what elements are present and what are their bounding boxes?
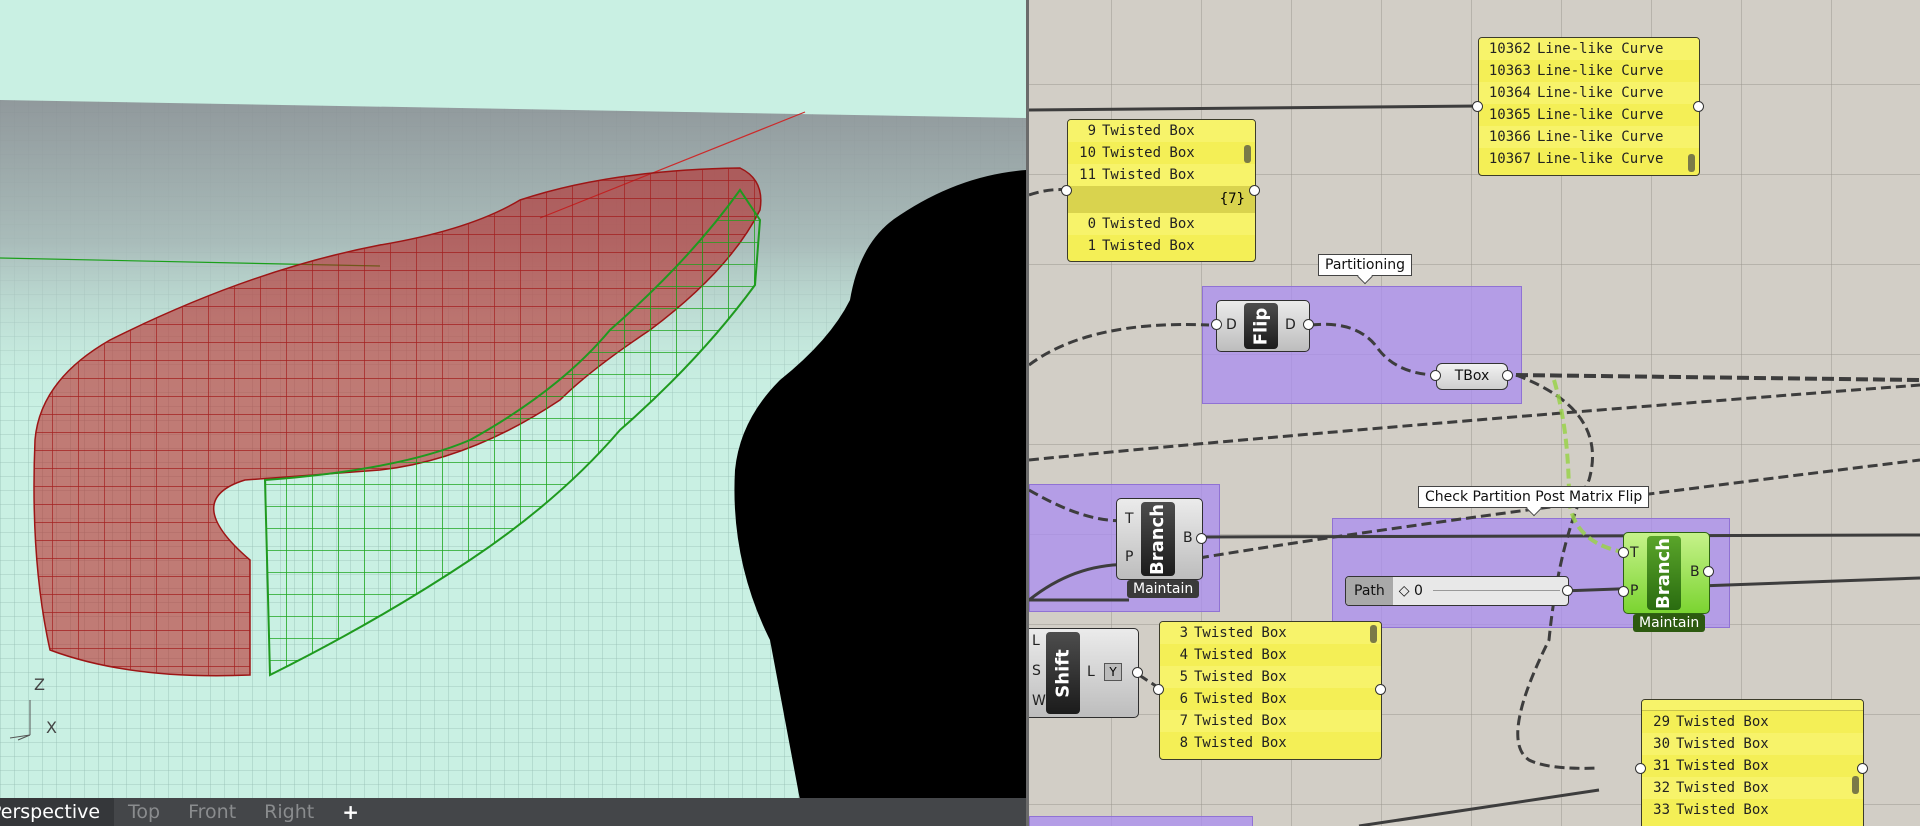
panel-scrollbar[interactable] bbox=[1370, 625, 1377, 643]
output-port[interactable] bbox=[1249, 185, 1260, 196]
panel-row: 32 Twisted Box bbox=[1642, 777, 1863, 799]
branch-output-b: B bbox=[1690, 564, 1700, 580]
panel-row: 0 Twisted Box bbox=[1068, 213, 1255, 235]
output-port[interactable] bbox=[1693, 101, 1704, 112]
output-port[interactable] bbox=[1132, 667, 1143, 678]
input-port[interactable] bbox=[1472, 101, 1483, 112]
shift-input-s: S bbox=[1032, 663, 1041, 679]
branch-maintain-tag: Maintain bbox=[1127, 580, 1200, 598]
output-port[interactable] bbox=[1196, 533, 1207, 544]
output-port[interactable] bbox=[1562, 585, 1573, 596]
slider-track[interactable] bbox=[1432, 590, 1560, 591]
tbox-param[interactable]: TBox bbox=[1436, 363, 1508, 390]
panel-scrollbar[interactable] bbox=[1244, 145, 1251, 163]
branch-input-p: P bbox=[1125, 549, 1134, 565]
panel-row: 11 Twisted Box bbox=[1068, 164, 1255, 186]
output-port[interactable] bbox=[1857, 763, 1868, 774]
output-port[interactable] bbox=[1703, 566, 1714, 577]
shift-core: Shift bbox=[1046, 632, 1080, 714]
input-port[interactable] bbox=[1618, 547, 1629, 558]
panel-row: 4 Twisted Box bbox=[1179, 647, 1287, 663]
input-port[interactable] bbox=[1430, 370, 1441, 381]
panel-row: 1 Twisted Box bbox=[1087, 238, 1195, 254]
panel-row: 29 Twisted Box bbox=[1653, 714, 1769, 730]
viewport-tab-bar: Perspective Top Front Right + bbox=[0, 798, 1026, 826]
panel-row: 6 Twisted Box bbox=[1179, 691, 1287, 707]
flip-core: Flip bbox=[1244, 303, 1278, 349]
panel-row: 7 Twisted Box bbox=[1160, 710, 1381, 732]
panel-row: 31 Twisted Box bbox=[1653, 758, 1769, 774]
panel-twisted-box-top[interactable]: 9 Twisted Box 10 Twisted Box 11 Twisted Box… bbox=[1067, 119, 1256, 262]
panel-scrollbar[interactable] bbox=[1852, 776, 1859, 794]
flip-component[interactable]: D Flip D bbox=[1216, 300, 1310, 352]
path-slider-label: Path bbox=[1346, 577, 1393, 605]
add-viewport-icon[interactable]: + bbox=[328, 800, 373, 824]
panel-row: 8 Twisted Box bbox=[1179, 735, 1287, 751]
shift-input-l: L bbox=[1032, 633, 1040, 649]
panel-row: 10 Twisted Box bbox=[1079, 145, 1195, 161]
panel-row: 10366 Line-like Curve bbox=[1479, 126, 1699, 148]
output-port[interactable] bbox=[1303, 319, 1314, 330]
panel-row: 10363 Line-like Curve bbox=[1488, 63, 1664, 79]
panel-row: 10364 Line-like Curve bbox=[1479, 82, 1699, 104]
path-slider-value: ◇ 0 bbox=[1398, 583, 1423, 599]
perspective-scene[interactable]: Z X bbox=[0, 0, 1026, 800]
shift-component[interactable]: L S W Shift L Y bbox=[1029, 628, 1139, 718]
panel-row: 10365 Line-like Curve bbox=[1488, 107, 1664, 123]
branch-title: Branch bbox=[1147, 503, 1169, 575]
path-slider[interactable]: Path ◇ 0 bbox=[1345, 576, 1569, 606]
panel-branch-header: {7} bbox=[1068, 186, 1255, 213]
panel-row: 10367 Line-like Curve bbox=[1488, 151, 1664, 167]
funnel-icon[interactable]: Y bbox=[1104, 663, 1122, 681]
panel-scrollbar[interactable] bbox=[1688, 154, 1695, 172]
panel-clipped-row bbox=[1642, 700, 1863, 711]
output-port[interactable] bbox=[1502, 370, 1513, 381]
branch-output-b: B bbox=[1183, 530, 1193, 546]
shift-output-l: L bbox=[1087, 664, 1095, 680]
rhino-viewport[interactable]: Z X Perspective Top Front Right + bbox=[0, 0, 1026, 826]
panel-twisted-box-mid[interactable]: 3 Twisted Box 4 Twisted Box 5 Twisted Box 6… bbox=[1159, 621, 1382, 760]
branch-core: Branch bbox=[1141, 502, 1175, 576]
group-label-check-partition: Check Partition Post Matrix Flip bbox=[1418, 486, 1650, 508]
branch-core: Branch bbox=[1647, 536, 1681, 610]
flip-output-d: D bbox=[1285, 317, 1296, 333]
input-port[interactable] bbox=[1061, 185, 1072, 196]
panel-twisted-box-bottom[interactable]: 29 Twisted Box 30 Twisted Box 31 Twisted Bo… bbox=[1641, 699, 1864, 826]
branch-maintain-tag: Maintain bbox=[1633, 614, 1706, 632]
panel-row: 9 Twisted Box bbox=[1068, 120, 1255, 142]
flip-input-d: D bbox=[1226, 317, 1237, 333]
branch-input-t: T bbox=[1125, 511, 1134, 527]
panel-row: 30 Twisted Box bbox=[1642, 733, 1863, 755]
axis-label-z: Z bbox=[34, 675, 45, 694]
tab-top[interactable]: Top bbox=[114, 798, 174, 826]
branch-component-right[interactable]: T P Branch B bbox=[1623, 532, 1710, 614]
branch-input-t: T bbox=[1630, 545, 1639, 561]
panel-row: 5 Twisted Box bbox=[1160, 666, 1381, 688]
input-port[interactable] bbox=[1153, 684, 1164, 695]
panel-row: 10362 Line-like Curve bbox=[1479, 38, 1699, 60]
input-port[interactable] bbox=[1635, 763, 1646, 774]
panel-row: 33 Twisted Box bbox=[1653, 802, 1769, 818]
tab-perspective[interactable]: Perspective bbox=[0, 798, 115, 826]
grasshopper-canvas[interactable]: 10362 Line-like Curve 10363 Line-like Curv… bbox=[1029, 0, 1920, 826]
axis-label-x: X bbox=[46, 718, 57, 737]
input-port[interactable] bbox=[1618, 586, 1629, 597]
branch-component-left[interactable]: T P Branch B bbox=[1116, 498, 1203, 580]
branch-title: Branch bbox=[1653, 537, 1675, 609]
panel-row: 3 Twisted Box bbox=[1160, 622, 1381, 644]
group-label-partitioning: Partitioning bbox=[1318, 254, 1412, 276]
input-port[interactable] bbox=[1211, 319, 1222, 330]
shift-title: Shift bbox=[1052, 648, 1074, 698]
panel-line-curves[interactable]: 10362 Line-like Curve 10363 Line-like Curv… bbox=[1478, 37, 1700, 176]
tab-front[interactable]: Front bbox=[174, 798, 250, 826]
flip-title: Flip bbox=[1250, 307, 1272, 345]
shift-input-w: W bbox=[1032, 693, 1046, 709]
branch-input-p: P bbox=[1630, 583, 1639, 599]
output-port[interactable] bbox=[1375, 684, 1386, 695]
tab-right[interactable]: Right bbox=[250, 798, 328, 826]
panel-rows: 10362 Line-like Curve 10363 Line-like Curv… bbox=[1479, 38, 1699, 170]
